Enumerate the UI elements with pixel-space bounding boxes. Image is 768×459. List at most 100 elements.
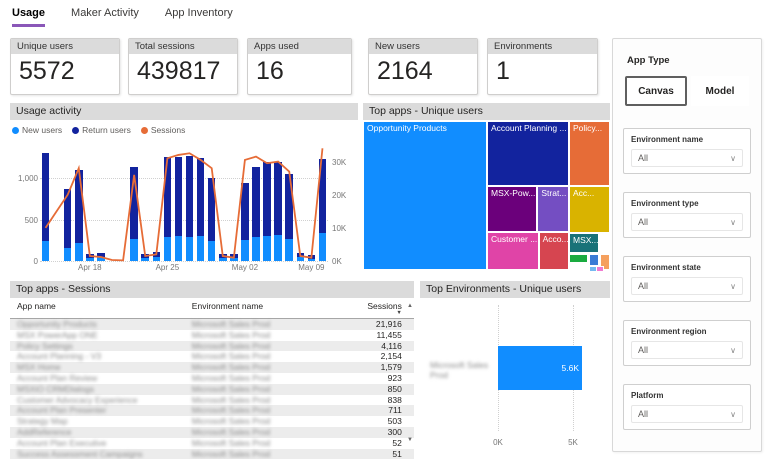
table-row[interactable]: Policy Settings Microsoft Sales Prod 4,116	[10, 340, 414, 352]
top-environments-panel: Top Environments - Unique users 0K 5K 5.6K…	[420, 281, 610, 459]
col-sessions[interactable]: Sessions ▼	[341, 301, 402, 317]
sessions-line	[40, 145, 328, 261]
scroll-up-icon[interactable]: ▲	[407, 303, 413, 309]
filter-dropdown[interactable]: All ∨	[631, 213, 743, 231]
table-row[interactable]: Account Planning - V3 Microsoft Sales Pro…	[10, 351, 414, 362]
filter-dropdown[interactable]: All ∨	[631, 277, 743, 295]
tab-app-inventory[interactable]: App Inventory	[165, 7, 233, 27]
chevron-down-icon: ∨	[730, 153, 736, 163]
kpi-value: 16	[256, 57, 284, 85]
filter-value: All	[638, 409, 649, 419]
treemap-tile[interactable]: Opportunity Products	[363, 121, 487, 270]
filter-value: All	[638, 345, 649, 355]
treemap-tile[interactable]: Strat...	[537, 186, 569, 232]
filter-label: Environment name	[631, 135, 704, 144]
cell-app-name: Account Plan Presenter	[17, 405, 107, 416]
tab-usage[interactable]: Usage	[12, 7, 46, 27]
cell-sessions: 4,116	[381, 340, 402, 351]
chevron-down-icon: ∨	[730, 217, 736, 227]
y2-axis-tick: 30K	[332, 157, 347, 167]
table-row[interactable]: AddReference Microsoft Sales Prod 300	[10, 426, 414, 438]
filter-environment-region: Environment region All ∨	[623, 320, 751, 366]
tab-bar: Usage Maker Activity App Inventory	[12, 7, 233, 27]
filter-environment-state: Environment state All ∨	[623, 256, 751, 302]
cell-sessions: 11,455	[376, 329, 402, 340]
col-environment-name[interactable]: Environment name	[192, 301, 341, 317]
kpi-card-unique-users[interactable]: Unique users 5572	[10, 38, 120, 95]
filter-label: Environment region	[631, 327, 707, 336]
cell-app-name: MSX Home	[17, 362, 61, 373]
treemap-tile[interactable]: Acco...	[538, 231, 569, 270]
kpi-title: Unique users	[11, 39, 119, 54]
table-row[interactable]: MSX PowerApp ONE Microsoft Sales Prod 11,4…	[10, 330, 414, 341]
kpi-card-environments[interactable]: Environments 1	[487, 38, 598, 95]
table-row[interactable]: Strategy Map Microsoft Sales Prod 503	[10, 416, 414, 427]
treemap-tile-small[interactable]	[595, 266, 604, 273]
cell-environment-name: Microsoft Sales Prod	[191, 448, 271, 459]
app-type-canvas-button[interactable]: Canvas	[625, 76, 687, 106]
legend-dot-icon	[72, 127, 80, 134]
cell-environment-name: Microsoft Sales Prod	[191, 362, 271, 373]
cell-environment-name: Microsoft Sales Prod	[191, 437, 271, 448]
filter-panel: App Type Canvas Model Environment name All…	[612, 38, 762, 452]
chevron-down-icon: ∨	[730, 409, 736, 419]
table-row[interactable]: MSXiO CRMDialogs Microsoft Sales Prod 850	[10, 383, 414, 395]
treemap-tile[interactable]: Acc...	[568, 186, 610, 233]
cell-app-name: MSX PowerApp ONE	[17, 329, 98, 340]
filter-value: All	[638, 217, 649, 227]
treemap-tile[interactable]: Account Planning ...	[486, 121, 569, 187]
kpi-card-new-users[interactable]: New users 2164	[368, 38, 478, 95]
table-row[interactable]: Account Plan Executive Microsoft Sales Pr…	[10, 438, 414, 449]
table-row[interactable]: Success Assessment Campaigns Microsoft Sa…	[10, 448, 414, 459]
top-environments-plot: 0K 5K 5.6K	[493, 305, 594, 447]
table-row[interactable]: Opportunity Products Microsoft Sales Prod…	[10, 319, 414, 330]
table-row[interactable]: Customer Advocacy Experience Microsoft Sa…	[10, 395, 414, 406]
kpi-card-apps-used[interactable]: Apps used 16	[247, 38, 352, 95]
tab-maker-activity[interactable]: Maker Activity	[71, 7, 139, 27]
cell-app-name: Opportunity Products	[17, 319, 97, 329]
cell-app-name: Success Assessment Campaigns	[17, 448, 143, 459]
cell-app-name: MSXiO CRMDialogs	[17, 383, 94, 394]
kpi-title: New users	[369, 39, 477, 54]
filter-platform: Platform All ∨	[623, 384, 751, 430]
treemap-tile[interactable]: Customer ...	[486, 231, 539, 270]
cell-environment-name: Microsoft Sales Prod	[191, 394, 271, 405]
usage-activity-legend: New users Return users Sessions	[10, 120, 358, 137]
filter-dropdown[interactable]: All ∨	[631, 149, 743, 167]
x-axis-tick: May 02	[231, 263, 259, 272]
scroll-down-icon[interactable]: ▼	[407, 437, 413, 443]
filter-label: Platform	[631, 391, 664, 400]
filter-dropdown[interactable]: All ∨	[631, 405, 743, 423]
treemap-tile[interactable]: Policy...	[568, 121, 610, 187]
cell-environment-name: Microsoft Sales Prod	[191, 351, 271, 362]
top-apps-sessions-title: Top apps - Sessions	[10, 281, 414, 298]
kpi-card-total-sessions[interactable]: Total sessions 439817	[128, 38, 238, 95]
filter-environment-type: Environment type All ∨	[623, 192, 751, 238]
kpi-value: 439817	[137, 57, 221, 85]
environment-bar[interactable]: 5.6K	[498, 346, 582, 390]
y2-axis-tick: 10K	[332, 223, 347, 233]
table-row[interactable]: Account Plan Presenter Microsoft Sales Pr…	[10, 405, 414, 417]
table-row[interactable]: Account Plan Review Microsoft Sales Prod 9…	[10, 373, 414, 384]
treemap-tile[interactable]: MSX...	[568, 232, 599, 253]
treemap-tile-small[interactable]	[568, 254, 588, 263]
chevron-down-icon: ∨	[730, 281, 736, 291]
cell-environment-name: Microsoft Sales Prod	[191, 383, 271, 394]
cell-sessions: 300	[387, 426, 402, 437]
table-row[interactable]: MSX Home Microsoft Sales Prod 1,579	[10, 362, 414, 373]
filter-dropdown[interactable]: All ∨	[631, 341, 743, 359]
cell-sessions: 2,154	[380, 351, 402, 362]
top-environments-title: Top Environments - Unique users	[420, 281, 610, 298]
treemap-tile-small[interactable]	[588, 254, 600, 266]
table-header: App name Environment name Sessions ▼	[10, 299, 414, 319]
app-type-buttons: Canvas Model	[625, 76, 749, 106]
treemap-tile[interactable]: MSX-Pow...	[486, 186, 538, 232]
filter-environment-name: Environment name All ∨	[623, 128, 751, 174]
col-app-name[interactable]: App name	[10, 301, 192, 317]
app-type-model-button[interactable]: Model	[691, 76, 749, 106]
legend-item: Return users	[72, 125, 131, 135]
filter-value: All	[638, 153, 649, 163]
x-axis-tick: Apr 25	[155, 263, 180, 272]
y-axis-tick: 500	[24, 215, 38, 225]
cell-environment-name: Microsoft Sales Prod	[191, 426, 271, 437]
